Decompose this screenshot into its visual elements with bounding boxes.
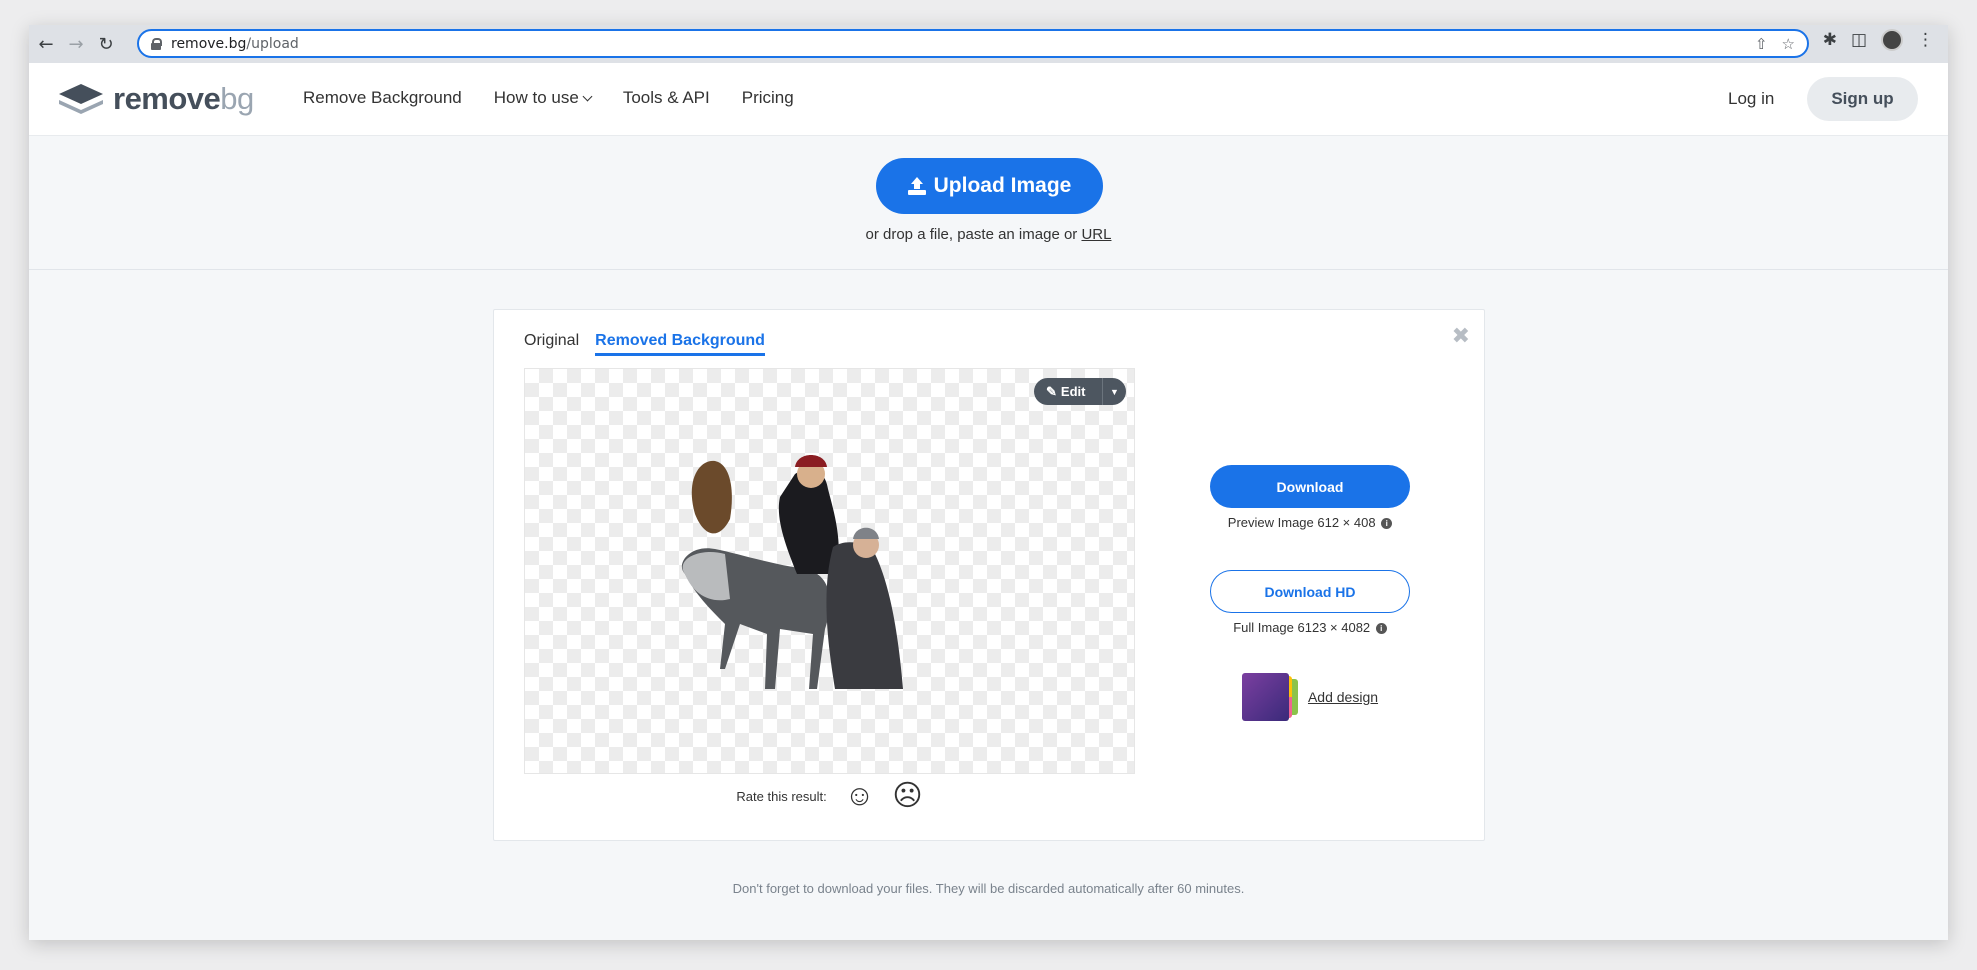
address-bar[interactable]: remove.bg/upload ⇧ ☆ (137, 29, 1809, 58)
edit-button-group: ✎ Edit ▼ (1034, 378, 1126, 405)
logo-text: removebg (113, 81, 254, 116)
upload-image-label: Upload Image (933, 174, 1072, 197)
close-icon[interactable]: ✖ (1452, 324, 1470, 349)
edit-dropdown-caret-icon[interactable]: ▼ (1102, 378, 1126, 405)
chevron-down-icon (582, 91, 593, 102)
result-preview-image: ✎ Edit ▼ (524, 368, 1135, 774)
smiley-icon[interactable]: ☺ (845, 782, 875, 811)
extensions-puzzle-icon[interactable]: ✱ (1823, 30, 1837, 50)
profile-avatar[interactable] (1881, 29, 1903, 51)
url-host: remove.bg (171, 35, 247, 52)
reload-icon[interactable]: ↻ (91, 29, 121, 59)
removebg-logo[interactable]: removebg (59, 81, 254, 117)
back-icon[interactable]: ← (31, 29, 61, 59)
browser-toolbar: ← → ↻ remove.bg/upload ⇧ ☆ ✱ ◫ ⋮ (29, 25, 1948, 63)
download-button[interactable]: Download (1210, 465, 1410, 508)
download-panel: Download Preview Image 612 × 408 i Downl… (1210, 465, 1410, 721)
frown-icon[interactable]: ☹ (892, 782, 922, 811)
main-nav: Remove Background How to use Tools & API… (303, 88, 794, 108)
side-panel-icon[interactable]: ◫ (1851, 30, 1867, 50)
nav-pricing[interactable]: Pricing (742, 88, 794, 108)
site-header: removebg Remove Background How to use To… (29, 63, 1948, 136)
nav-tools-api[interactable]: Tools & API (623, 88, 710, 108)
preview-size-note: Preview Image 612 × 408 i (1210, 515, 1410, 530)
browser-window: ← → ↻ remove.bg/upload ⇧ ☆ ✱ ◫ ⋮ removeb… (29, 25, 1948, 940)
discard-notice: Don't forget to download your files. The… (732, 881, 1245, 896)
nav-remove-background[interactable]: Remove Background (303, 88, 462, 108)
login-link[interactable]: Log in (1728, 89, 1774, 109)
rate-label: Rate this result: (736, 789, 827, 804)
upload-image-button[interactable]: Upload Image (876, 158, 1103, 214)
result-card: Original Removed Background ✖ ✎ Edit ▼ R… (493, 309, 1485, 841)
result-tabs: Original Removed Background (524, 332, 765, 356)
add-design-row[interactable]: Add design (1210, 673, 1410, 721)
tab-original[interactable]: Original (524, 332, 579, 356)
share-icon[interactable]: ⇧ (1755, 35, 1768, 53)
logo-layers-icon (59, 84, 103, 114)
nav-how-to-use[interactable]: How to use (494, 88, 593, 108)
upload-icon (907, 177, 926, 195)
forward-icon[interactable]: → (61, 29, 91, 59)
pencil-icon: ✎ (1046, 383, 1057, 399)
info-icon[interactable]: i (1381, 518, 1393, 530)
bookmark-star-icon[interactable]: ☆ (1782, 35, 1795, 53)
signup-button[interactable]: Sign up (1807, 77, 1918, 121)
url-path: /upload (246, 35, 299, 52)
kebab-menu-icon[interactable]: ⋮ (1917, 30, 1934, 50)
rate-result: Rate this result: ☺ ☹ (524, 782, 1135, 811)
download-hd-button[interactable]: Download HD (1210, 570, 1410, 613)
design-thumbnails (1241, 673, 1300, 721)
add-design-link[interactable]: Add design (1308, 689, 1378, 705)
cutout-subjects-image (681, 455, 903, 689)
tab-removed-background[interactable]: Removed Background (595, 332, 765, 356)
info-icon[interactable]: i (1375, 623, 1387, 635)
upload-section: Upload Image or drop a file, paste an im… (29, 136, 1948, 270)
url-link[interactable]: URL (1081, 226, 1111, 243)
full-size-note: Full Image 6123 × 4082 i (1210, 620, 1410, 635)
edit-button[interactable]: ✎ Edit (1034, 384, 1102, 400)
drop-hint: or drop a file, paste an image or URL (865, 226, 1112, 243)
lock-icon[interactable] (151, 37, 162, 50)
